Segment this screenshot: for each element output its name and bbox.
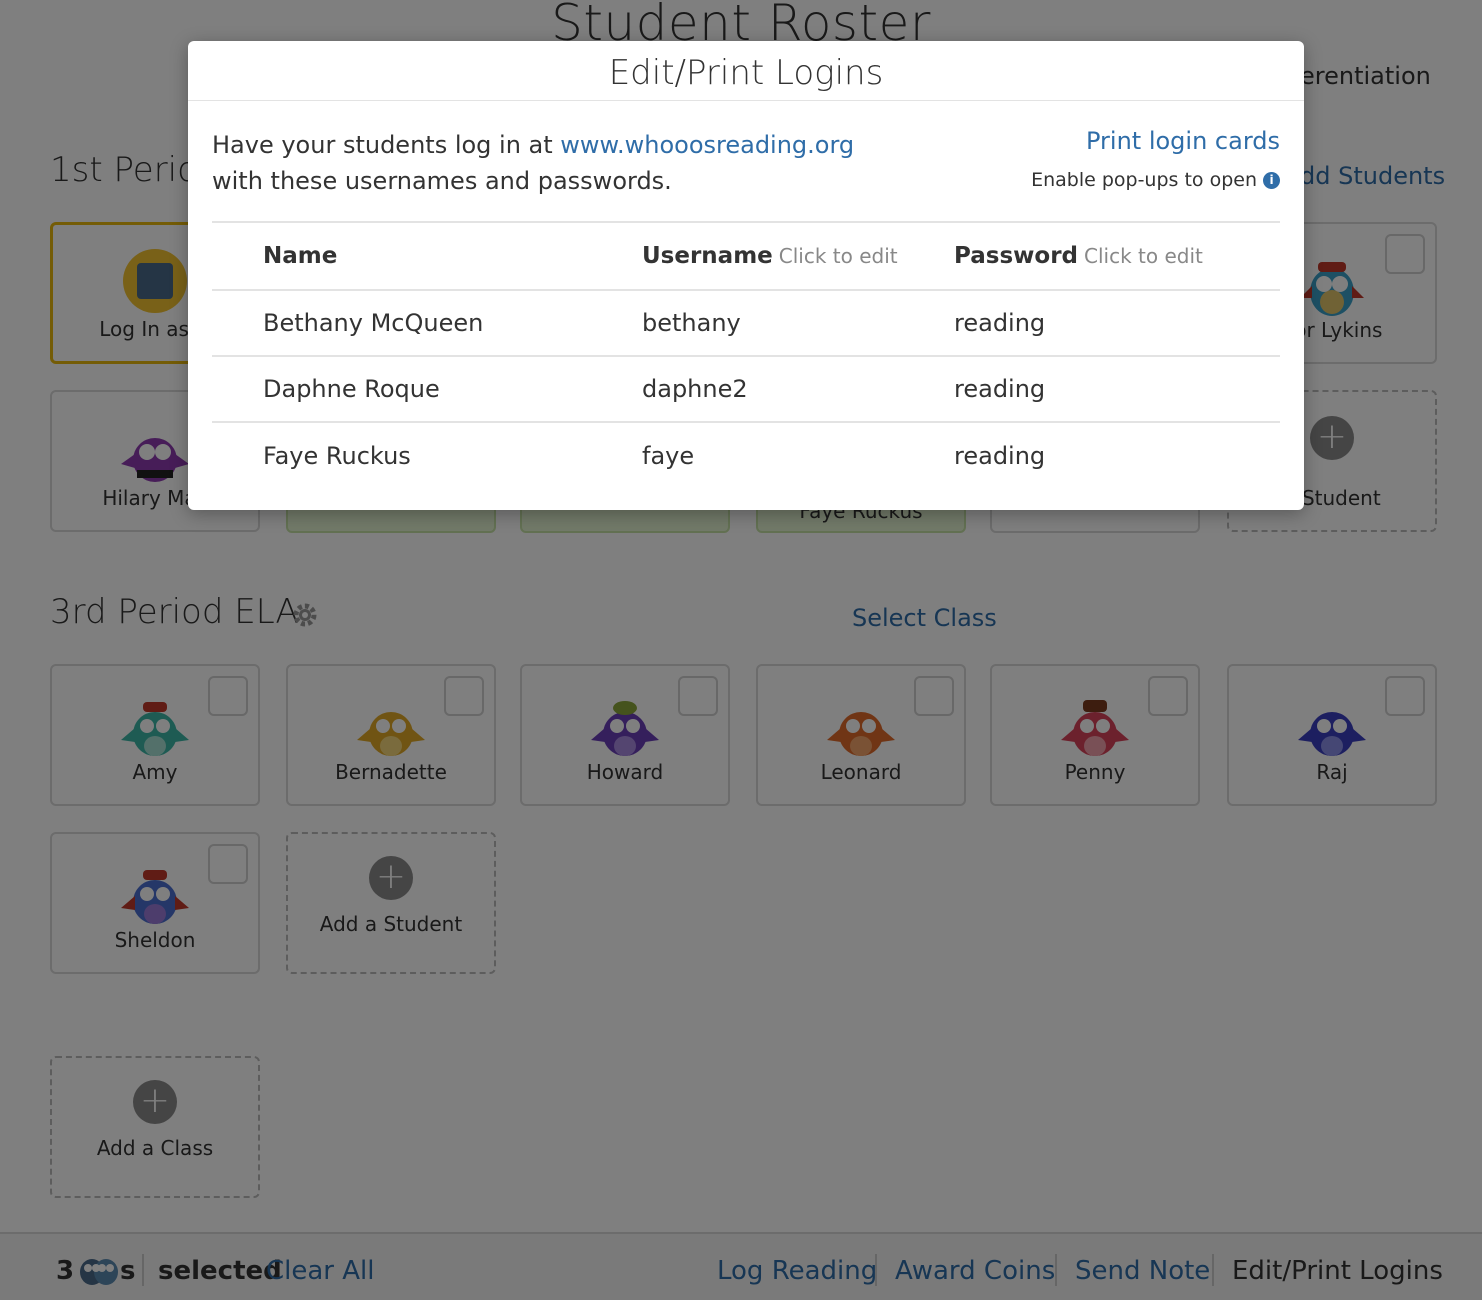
print-login-cards-link[interactable]: Print login cards bbox=[1086, 127, 1280, 155]
modal-title: Edit/Print Logins bbox=[608, 53, 884, 93]
modal-header: Edit/Print Logins bbox=[188, 41, 1304, 101]
table-row: Faye Ruckus faye reading bbox=[212, 421, 1280, 488]
intro-suffix: with these usernames and passwords. bbox=[212, 167, 672, 195]
info-icon[interactable]: i bbox=[1263, 172, 1280, 189]
edit-print-logins-modal: Edit/Print Logins Have your students log… bbox=[188, 41, 1304, 510]
username-column-header: Username Click to edit bbox=[642, 221, 954, 290]
password-cell[interactable]: reading bbox=[954, 421, 1280, 488]
student-name: Daphne Roque bbox=[212, 355, 642, 422]
popup-note: Enable pop-ups to open i bbox=[1031, 169, 1280, 191]
table-row: Bethany McQueen bethany reading bbox=[212, 289, 1280, 356]
table-header-row: Name Username Click to edit Password Click… bbox=[212, 221, 1280, 290]
password-edit-hint: Click to edit bbox=[1084, 244, 1203, 268]
password-cell[interactable]: reading bbox=[954, 355, 1280, 422]
student-name: Bethany McQueen bbox=[212, 289, 642, 356]
username-cell[interactable]: faye bbox=[642, 421, 954, 488]
login-instructions: Have your students log in at www.whooosr… bbox=[212, 127, 854, 199]
username-edit-hint: Click to edit bbox=[778, 244, 898, 268]
student-name: Faye Ruckus bbox=[212, 421, 642, 488]
name-column-header: Name bbox=[212, 221, 642, 290]
table-row: Daphne Roque daphne2 reading bbox=[212, 355, 1280, 422]
password-column-header: Password Click to edit bbox=[954, 221, 1280, 290]
popup-note-text: Enable pop-ups to open bbox=[1031, 169, 1257, 191]
username-cell[interactable]: daphne2 bbox=[642, 355, 954, 422]
whooos-reading-link[interactable]: www.whooosreading.org bbox=[560, 131, 854, 159]
logins-table: Name Username Click to edit Password Click… bbox=[212, 221, 1280, 488]
intro-prefix: Have your students log in at bbox=[212, 131, 561, 159]
username-cell[interactable]: bethany bbox=[642, 289, 954, 356]
password-cell[interactable]: reading bbox=[954, 289, 1280, 356]
